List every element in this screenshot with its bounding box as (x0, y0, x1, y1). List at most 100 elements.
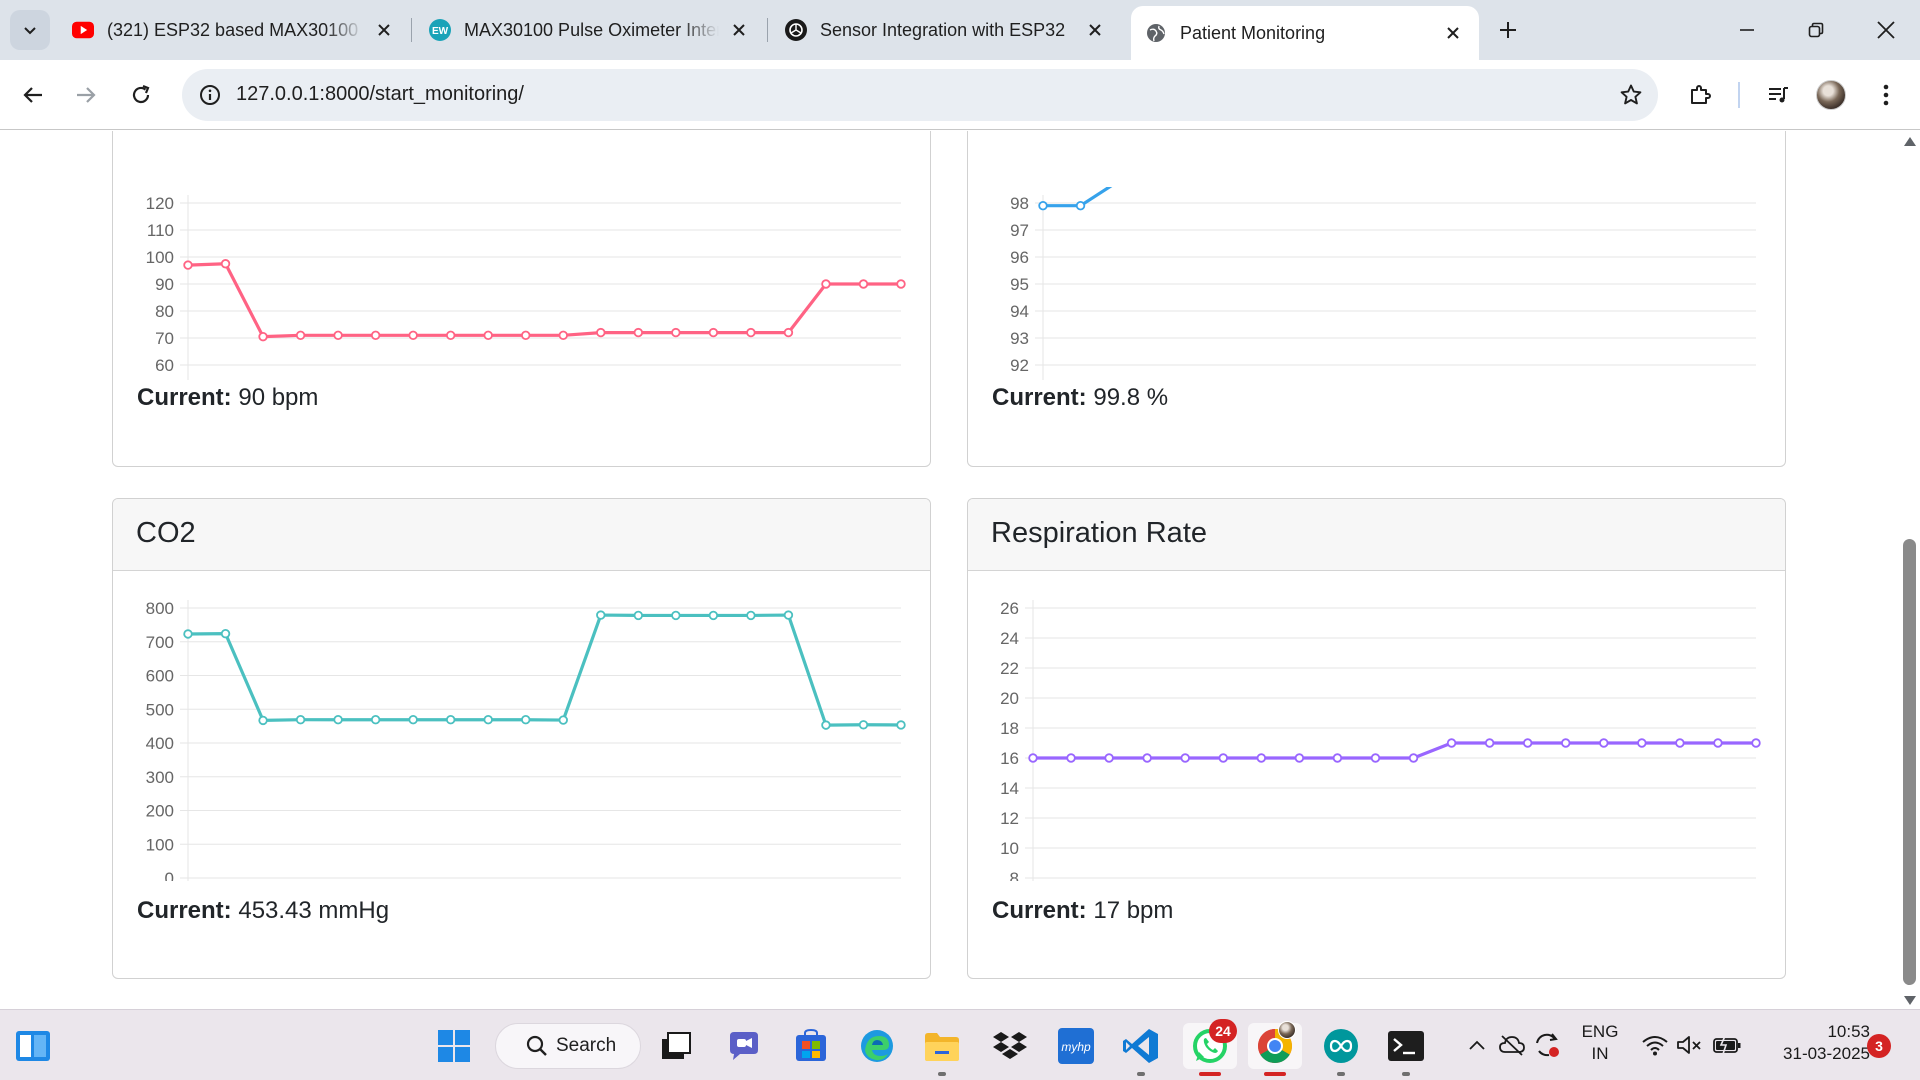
data-point (445, 715, 456, 725)
spo2-current: Current: 99.8 % (992, 384, 1168, 412)
data-point (333, 715, 343, 725)
running-indicator (1199, 1072, 1221, 1076)
media-control-button[interactable] (1758, 75, 1798, 115)
data-point (408, 330, 418, 340)
battery-tray-button[interactable] (1710, 1031, 1744, 1059)
terminal-icon (1388, 1031, 1424, 1061)
close-icon[interactable] (727, 18, 751, 42)
new-tab-button[interactable] (1490, 12, 1526, 48)
page-scrollbar[interactable] (1900, 131, 1920, 1009)
browser-menu-button[interactable] (1866, 75, 1906, 115)
chatgpt-icon (785, 19, 807, 41)
close-icon[interactable] (372, 18, 396, 42)
notification-count-badge[interactable]: 3 (1867, 1034, 1891, 1058)
respiration-current: Current: 17 bpm (992, 897, 1173, 925)
scrollbar-thumb[interactable] (1903, 539, 1916, 985)
edge-button[interactable] (854, 1023, 900, 1069)
data-point (671, 327, 681, 338)
data-point (1713, 738, 1723, 748)
scroll-up-arrow-icon[interactable] (1904, 137, 1916, 146)
dropbox-button[interactable] (987, 1023, 1033, 1069)
y-tick-label: 800 (146, 599, 174, 618)
sync-tray-button[interactable] (1532, 1030, 1562, 1060)
data-point (521, 330, 531, 340)
arduino-icon (1324, 1029, 1358, 1063)
taskbar-search[interactable]: Search (495, 1023, 641, 1069)
tab-patient-monitoring[interactable]: Patient Monitoring (1131, 6, 1479, 60)
minimize-icon (1740, 29, 1754, 31)
terminal-button[interactable] (1383, 1023, 1429, 1076)
show-hidden-icons-button[interactable] (1465, 1033, 1489, 1057)
chrome-button[interactable] (1248, 1021, 1302, 1076)
data-point (708, 610, 719, 621)
data-point (746, 610, 756, 621)
file-explorer-button[interactable] (919, 1023, 965, 1076)
y-tick-label: 100 (146, 248, 174, 267)
close-window-button[interactable] (1858, 8, 1914, 52)
myhp-button[interactable]: myhp (1053, 1023, 1099, 1069)
microsoft-store-button[interactable] (788, 1023, 834, 1069)
y-tick-label: 110 (147, 221, 174, 240)
cloud-off-icon (1499, 1035, 1525, 1056)
volume-tray-button[interactable] (1675, 1031, 1705, 1059)
globe-icon (1145, 22, 1167, 44)
url-text[interactable]: 127.0.0.1:8000/start_monitoring/ (236, 83, 524, 106)
data-point (558, 715, 568, 725)
data-point (1446, 738, 1457, 748)
data-point (1218, 753, 1228, 763)
y-tick-label: 98 (1010, 194, 1029, 213)
series-group (183, 259, 906, 342)
teams-chat-button[interactable] (721, 1023, 767, 1069)
y-tick-label: 120 (146, 194, 174, 213)
y-tick-label: 20 (1000, 689, 1019, 708)
address-bar[interactable]: 127.0.0.1:8000/start_monitoring/ (182, 69, 1658, 121)
start-button[interactable] (431, 1023, 477, 1069)
data-point (370, 715, 381, 725)
running-indicator (1402, 1072, 1410, 1076)
data-point (821, 720, 831, 730)
wifi-tray-button[interactable] (1640, 1031, 1670, 1059)
onedrive-tray-button[interactable] (1497, 1031, 1527, 1059)
tab-youtube[interactable]: (321) ESP32 based MAX30100 P (58, 8, 410, 52)
series-line (187, 262, 901, 339)
clock[interactable]: 10:53 31-03-2025 (1750, 1022, 1870, 1064)
reload-button[interactable] (121, 75, 161, 115)
widgets-button[interactable] (10, 1023, 56, 1069)
search-icon (526, 1035, 547, 1056)
tab-chatgpt[interactable]: Sensor Integration with ESP32 (771, 8, 1121, 52)
data-point (483, 330, 493, 340)
arduino-button[interactable] (1318, 1023, 1364, 1076)
co2-chart: 0 100 200 300 400 500 600 700 800 (146, 599, 906, 881)
forward-button[interactable] (66, 75, 106, 115)
card-title: CO2 (136, 517, 196, 549)
close-icon[interactable] (1083, 18, 1107, 42)
data-point (220, 628, 231, 639)
site-info-icon[interactable] (196, 81, 224, 109)
respiration-card: Respiration Rate 8 10 12 14 16 18 20 22 24 26 Cur… (967, 498, 1786, 979)
profile-avatar[interactable] (1816, 80, 1846, 110)
language-indicator[interactable]: ENG IN (1575, 1022, 1625, 1064)
whatsapp-button[interactable]: 24 (1183, 1019, 1237, 1076)
data-point (596, 327, 606, 338)
language-code: ENG (1581, 1022, 1619, 1041)
tab-ew[interactable]: EW MAX30100 Pulse Oximeter Inter (415, 8, 765, 52)
data-point (1751, 738, 1761, 748)
scroll-down-arrow-icon[interactable] (1904, 996, 1916, 1005)
back-button[interactable] (13, 75, 53, 115)
card-header: CO2 (113, 499, 930, 571)
task-view-button[interactable] (653, 1023, 699, 1069)
bookmark-star-icon[interactable] (1616, 80, 1646, 110)
minimize-button[interactable] (1719, 8, 1775, 52)
restore-button[interactable] (1788, 8, 1844, 52)
extensions-button[interactable] (1680, 75, 1720, 115)
vscode-button[interactable] (1118, 1023, 1164, 1076)
tab-search-button[interactable] (10, 10, 50, 50)
y-tick-label: 12 (1000, 809, 1019, 828)
data-point (445, 330, 456, 340)
data-point (521, 715, 531, 725)
close-icon[interactable] (1441, 21, 1465, 45)
reload-icon (132, 84, 150, 104)
volume-muted-icon (1677, 1036, 1701, 1054)
series-line (187, 613, 902, 727)
data-point (1114, 178, 1122, 186)
